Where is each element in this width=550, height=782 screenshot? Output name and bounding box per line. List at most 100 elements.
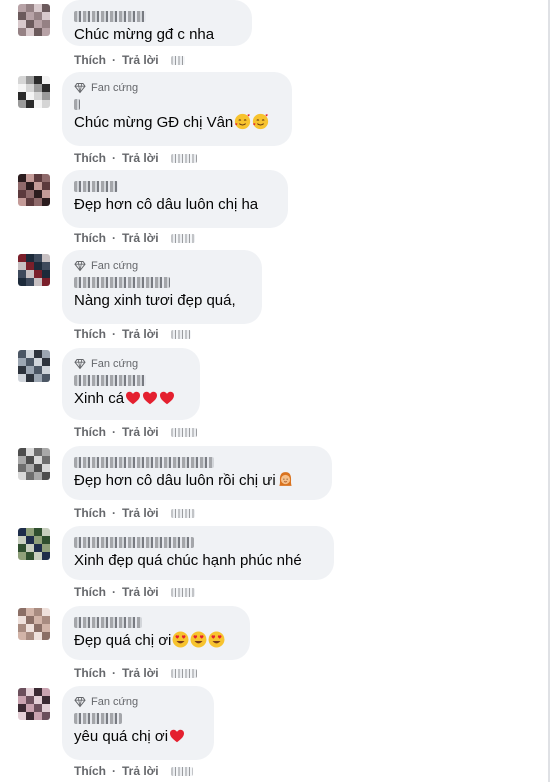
- comment-text-row: Đẹp hơn cô dâu luôn rồi chị ưi: [74, 471, 320, 494]
- fan-badge[interactable]: Fan cứng: [74, 357, 188, 371]
- avatar[interactable]: [18, 688, 50, 720]
- fan-badge-label: Fan cứng: [91, 358, 139, 370]
- red-heart-emoji: [159, 390, 175, 412]
- like-link[interactable]: Thích: [74, 231, 106, 245]
- separator-dot: ·: [112, 327, 116, 341]
- like-link[interactable]: Thích: [74, 506, 106, 520]
- fan-badge[interactable]: Fan cứng: [74, 695, 202, 709]
- separator-dot: ·: [112, 151, 116, 165]
- commenter-name-redacted[interactable]: [74, 537, 194, 548]
- like-link[interactable]: Thích: [74, 666, 106, 680]
- comment-bubble: Fan cứng yêu quá chị ơi: [62, 686, 214, 760]
- diamond-icon: [74, 359, 86, 370]
- separator-dot: ·: [112, 425, 116, 439]
- avatar[interactable]: [18, 448, 50, 480]
- comment-bubble: Chúc mừng gđ c nha: [62, 0, 252, 46]
- comment-actions: Thích · Trả lời: [74, 505, 195, 521]
- comment-text: Chúc mừng gđ c nha: [74, 26, 215, 43]
- timestamp-redacted[interactable]: [170, 766, 193, 776]
- comment-actions: Thích · Trả lời: [74, 763, 193, 779]
- comment-bubble: Xinh đẹp quá chúc hạnh phúc nhé: [62, 526, 334, 580]
- comment-text: Đẹp hơn cô dâu luôn rồi chị ưi: [74, 472, 276, 489]
- comment-actions: Thích · Trả lời: [74, 326, 191, 342]
- reply-link[interactable]: Trả lời: [122, 666, 159, 680]
- avatar[interactable]: [18, 4, 50, 36]
- avatar[interactable]: [18, 174, 50, 206]
- timestamp-redacted[interactable]: [170, 233, 195, 243]
- comment-text: Đẹp quá chị ơi: [74, 632, 172, 649]
- avatar[interactable]: [18, 528, 50, 560]
- comment-bubble: Fan cứng Nàng xinh tươi đẹp quá,: [62, 250, 262, 324]
- heart-eyes-emoji: [172, 631, 189, 654]
- like-link[interactable]: Thích: [74, 425, 106, 439]
- commenter-name-redacted[interactable]: [74, 713, 122, 724]
- timestamp-redacted[interactable]: [170, 668, 197, 678]
- timestamp-redacted[interactable]: [170, 55, 185, 65]
- timestamp-redacted[interactable]: [170, 427, 197, 437]
- smiling-hearts-emoji: [252, 113, 269, 136]
- timestamp-redacted[interactable]: [170, 508, 195, 518]
- timestamp-redacted[interactable]: [170, 329, 191, 339]
- comment-text: Chúc mừng GĐ chị Vân: [74, 114, 234, 131]
- fan-badge[interactable]: Fan cứng: [74, 259, 250, 273]
- comment-text-row: Đẹp hơn cô dâu luôn chị ha: [74, 195, 276, 215]
- like-link[interactable]: Thích: [74, 327, 106, 341]
- reply-link[interactable]: Trả lời: [122, 231, 159, 245]
- comment-bubble: Đẹp hơn cô dâu luôn rồi chị ưi: [62, 446, 332, 500]
- comment-actions: Thích · Trả lời: [74, 230, 195, 246]
- commenter-name-redacted[interactable]: [74, 181, 118, 192]
- separator-dot: ·: [112, 231, 116, 245]
- commenter-name-redacted[interactable]: [74, 99, 80, 110]
- separator-dot: ·: [112, 53, 116, 67]
- avatar[interactable]: [18, 76, 50, 108]
- separator-dot: ·: [112, 506, 116, 520]
- comment-actions: Thích · Trả lời: [74, 150, 197, 166]
- avatar[interactable]: [18, 254, 50, 286]
- smiling-hearts-emoji: [234, 113, 251, 136]
- red-heart-emoji: [142, 390, 158, 412]
- reply-link[interactable]: Trả lời: [122, 764, 159, 778]
- separator-dot: ·: [112, 764, 116, 778]
- commenter-name-redacted[interactable]: [74, 277, 170, 288]
- reply-link[interactable]: Trả lời: [122, 506, 159, 520]
- comment-text-row: yêu quá chị ơi: [74, 727, 202, 750]
- comment-text: Nàng xinh tươi đẹp quá,: [74, 292, 236, 309]
- comment-text-row: Nàng xinh tươi đẹp quá,: [74, 291, 250, 311]
- comment-text-row: Xinh cá: [74, 389, 188, 412]
- fan-badge[interactable]: Fan cứng: [74, 81, 280, 95]
- comment-actions: Thích · Trả lời: [74, 584, 195, 600]
- comment-text: Đẹp hơn cô dâu luôn chị ha: [74, 196, 259, 213]
- commenter-name-redacted[interactable]: [74, 375, 146, 386]
- comment-actions: Thích · Trả lời: [74, 52, 185, 68]
- diamond-icon: [74, 697, 86, 708]
- timestamp-redacted[interactable]: [170, 587, 195, 597]
- comment-text-row: Đẹp quá chị ơi: [74, 631, 238, 654]
- avatar[interactable]: [18, 608, 50, 640]
- reply-link[interactable]: Trả lời: [122, 425, 159, 439]
- comment-actions: Thích · Trả lời: [74, 665, 197, 681]
- like-link[interactable]: Thích: [74, 151, 106, 165]
- avatar[interactable]: [18, 350, 50, 382]
- comment-text-row: Chúc mừng GĐ chị Vân: [74, 113, 280, 136]
- commenter-name-redacted[interactable]: [74, 617, 142, 628]
- comment-text-row: Xinh đẹp quá chúc hạnh phúc nhé: [74, 551, 322, 571]
- heart-eyes-emoji: [208, 631, 225, 654]
- red-heart-emoji: [125, 390, 141, 412]
- comment-bubble: Fan cứng Chúc mừng GĐ chị Vân: [62, 72, 292, 146]
- reply-link[interactable]: Trả lời: [122, 585, 159, 599]
- like-link[interactable]: Thích: [74, 764, 106, 778]
- commenter-name-redacted[interactable]: [74, 457, 214, 468]
- comment-text: yêu quá chị ơi: [74, 728, 169, 745]
- comment-bubble: Đẹp hơn cô dâu luôn chị ha: [62, 170, 288, 228]
- like-link[interactable]: Thích: [74, 585, 106, 599]
- timestamp-redacted[interactable]: [170, 153, 197, 163]
- fan-badge-label: Fan cứng: [91, 82, 139, 94]
- reply-link[interactable]: Trả lời: [122, 53, 159, 67]
- comment-bubble: Đẹp quá chị ơi: [62, 606, 250, 660]
- reply-link[interactable]: Trả lời: [122, 327, 159, 341]
- commenter-name-redacted[interactable]: [74, 11, 146, 22]
- reply-link[interactable]: Trả lời: [122, 151, 159, 165]
- comment-bubble: Fan cứng Xinh cá: [62, 348, 200, 420]
- comment-text-row: Chúc mừng gđ c nha: [74, 25, 240, 45]
- like-link[interactable]: Thích: [74, 53, 106, 67]
